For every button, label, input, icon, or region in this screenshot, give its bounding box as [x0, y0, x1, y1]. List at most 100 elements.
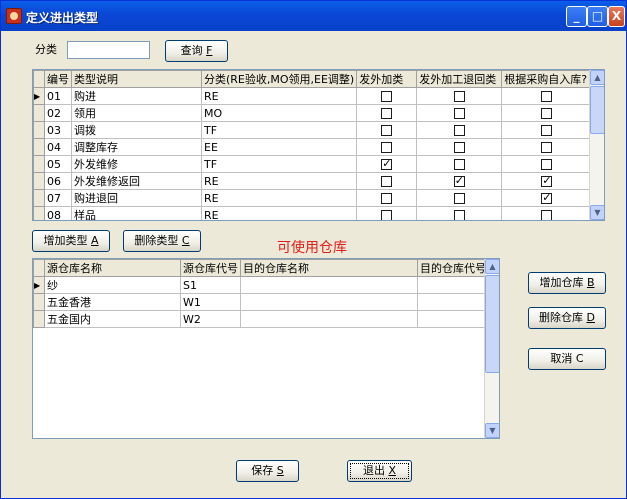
col-category-header[interactable]: 分类(RE验收,MO领用,EE调整): [200, 70, 358, 88]
dst-code-cell[interactable]: [417, 276, 489, 294]
scroll-thumb[interactable]: [485, 275, 499, 373]
row-indicator[interactable]: [33, 293, 45, 311]
dst-name-cell[interactable]: [240, 310, 418, 328]
minimize-button[interactable]: _: [566, 6, 587, 27]
warehouse-row[interactable]: 五金国内 W2: [33, 310, 489, 328]
scroll-up-icon[interactable]: ▲: [590, 70, 604, 85]
query-button[interactable]: 查询 F: [165, 40, 228, 62]
col-outsource-return-header[interactable]: 发外加工退回类: [416, 70, 503, 88]
type-row[interactable]: 08 样品 RE: [33, 206, 593, 220]
row-checkbox[interactable]: [453, 193, 465, 204]
src-name-cell[interactable]: 纱: [44, 276, 181, 294]
row-checkbox[interactable]: [453, 174, 465, 187]
maximize-button[interactable]: □: [587, 6, 608, 27]
row-indicator[interactable]: [33, 206, 45, 220]
warehouse-grid[interactable]: 源仓库名称 源仓库代号 目的仓库名称 目的仓库代号 ▶ 纱 S1 五金香港 W1 五金国内…: [32, 258, 500, 439]
scroll-down-icon[interactable]: ▼: [590, 205, 604, 220]
row-indicator[interactable]: ▶: [33, 276, 45, 294]
src-name-cell[interactable]: 五金国内: [44, 310, 181, 328]
row-checkbox[interactable]: [381, 157, 393, 170]
delete-type-button[interactable]: 删除类型 C: [123, 230, 201, 252]
row-checkbox[interactable]: [453, 159, 465, 170]
type-desc-cell[interactable]: 购进退回: [71, 189, 202, 207]
row-indicator[interactable]: [33, 172, 45, 190]
col-outsource-header[interactable]: 发外加类: [356, 70, 418, 88]
types-scrollbar[interactable]: ▲ ▼: [589, 70, 604, 220]
row-checkbox[interactable]: [541, 159, 553, 170]
type-code-cell[interactable]: 08: [44, 206, 72, 220]
type-row[interactable]: 05 外发维修 TF: [33, 155, 593, 173]
row-checkbox[interactable]: [541, 142, 553, 153]
type-category-cell[interactable]: TF: [200, 155, 358, 173]
type-row[interactable]: 07 购进退回 RE: [33, 189, 593, 207]
add-warehouse-button[interactable]: 增加仓库 B: [528, 272, 606, 294]
type-code-cell[interactable]: 07: [44, 189, 72, 207]
row-checkbox[interactable]: [541, 91, 553, 102]
row-checkbox[interactable]: [381, 176, 393, 187]
src-code-cell[interactable]: W2: [180, 310, 241, 328]
row-indicator[interactable]: ▶: [33, 87, 45, 105]
type-code-cell[interactable]: 05: [44, 155, 72, 173]
type-category-cell[interactable]: RE: [200, 206, 358, 220]
type-row[interactable]: 02 领用 MO: [33, 104, 593, 122]
type-desc-cell[interactable]: 外发维修: [71, 155, 202, 173]
scroll-down-icon[interactable]: ▼: [485, 423, 499, 438]
col-code-header[interactable]: 编号: [44, 70, 72, 88]
col-dst-name-header[interactable]: 目的仓库名称: [240, 259, 418, 277]
types-grid[interactable]: 编号 类型说明 分类(RE验收,MO领用,EE调整) 发外加类 发外加工退回类 …: [32, 69, 605, 221]
type-code-cell[interactable]: 02: [44, 104, 72, 122]
scroll-up-icon[interactable]: ▲: [485, 259, 499, 274]
warehouse-scrollbar[interactable]: ▲ ▼: [484, 259, 499, 438]
delete-warehouse-button[interactable]: 删除仓库 D: [528, 307, 606, 329]
dst-code-cell[interactable]: [417, 293, 489, 311]
row-checkbox[interactable]: [381, 142, 393, 153]
row-checkbox[interactable]: [541, 210, 553, 220]
row-checkbox[interactable]: [453, 210, 465, 220]
type-desc-cell[interactable]: 样品: [71, 206, 202, 220]
save-button[interactable]: 保存 S: [236, 460, 299, 482]
row-indicator[interactable]: [33, 138, 45, 156]
add-type-button[interactable]: 增加类型 A: [32, 230, 110, 252]
title-bar[interactable]: 定义进出类型 _ □ X: [1, 1, 626, 31]
dst-name-cell[interactable]: [240, 276, 418, 294]
row-checkbox[interactable]: [453, 91, 465, 102]
type-desc-cell[interactable]: 外发维修返回: [71, 172, 202, 190]
row-indicator[interactable]: [33, 155, 45, 173]
row-indicator[interactable]: [33, 104, 45, 122]
category-input[interactable]: [67, 41, 150, 59]
row-checkbox[interactable]: [453, 142, 465, 153]
row-indicator[interactable]: [33, 121, 45, 139]
type-desc-cell[interactable]: 调整库存: [71, 138, 202, 156]
warehouse-row[interactable]: 五金香港 W1: [33, 293, 489, 311]
type-row[interactable]: ▶ 01 购进 RE: [33, 87, 593, 105]
row-checkbox[interactable]: [541, 191, 553, 204]
row-checkbox[interactable]: [381, 193, 393, 204]
type-row[interactable]: 03 调拨 TF: [33, 121, 593, 139]
row-indicator[interactable]: [33, 310, 45, 328]
col-auto-stockin-header[interactable]: 根据采购自入库?: [501, 70, 593, 88]
col-src-name-header[interactable]: 源仓库名称: [44, 259, 181, 277]
row-checkbox[interactable]: [381, 125, 393, 136]
type-desc-cell[interactable]: 购进: [71, 87, 202, 105]
row-checkbox[interactable]: [381, 91, 393, 102]
row-checkbox[interactable]: [453, 125, 465, 136]
row-checkbox[interactable]: [541, 108, 553, 119]
type-code-cell[interactable]: 01: [44, 87, 72, 105]
warehouse-row[interactable]: ▶ 纱 S1: [33, 276, 489, 294]
type-row[interactable]: 04 调整库存 EE: [33, 138, 593, 156]
row-checkbox[interactable]: [541, 174, 553, 187]
src-code-cell[interactable]: S1: [180, 276, 241, 294]
row-checkbox[interactable]: [541, 125, 553, 136]
dst-name-cell[interactable]: [240, 293, 418, 311]
exit-button[interactable]: 退出 X: [347, 460, 412, 482]
type-desc-cell[interactable]: 调拨: [71, 121, 202, 139]
col-src-code-header[interactable]: 源仓库代号: [180, 259, 241, 277]
type-category-cell[interactable]: RE: [200, 87, 358, 105]
row-checkbox[interactable]: [381, 108, 393, 119]
type-code-cell[interactable]: 03: [44, 121, 72, 139]
col-dst-code-header[interactable]: 目的仓库代号: [417, 259, 489, 277]
cancel-button[interactable]: 取消 C: [528, 348, 606, 370]
type-row[interactable]: 06 外发维修返回 RE: [33, 172, 593, 190]
col-desc-header[interactable]: 类型说明: [71, 70, 202, 88]
row-checkbox[interactable]: [381, 210, 393, 220]
